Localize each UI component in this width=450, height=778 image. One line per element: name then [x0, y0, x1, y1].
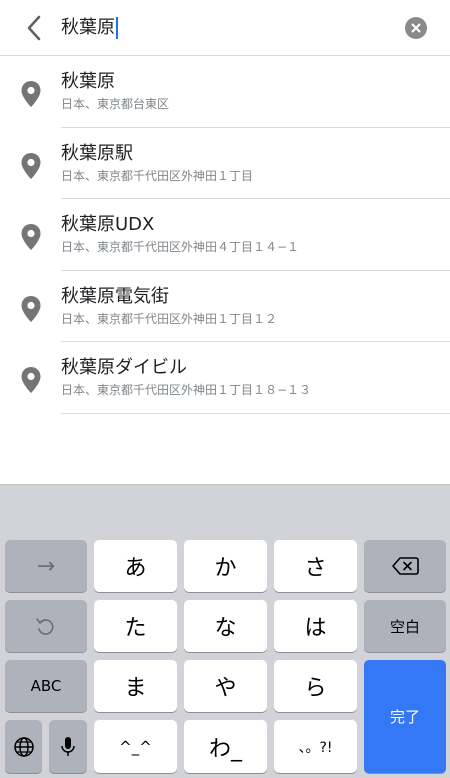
suggestion-title: 秋葉原 [61, 71, 115, 92]
search-bar: 秋葉原 [0, 0, 450, 56]
chevron-left-icon [27, 15, 41, 41]
location-pin-icon [21, 152, 41, 179]
key-a[interactable]: あ [94, 540, 177, 592]
globe-icon [13, 736, 34, 757]
punctuation-key[interactable]: 、。?! [274, 720, 357, 773]
key-na[interactable]: な [184, 600, 267, 652]
next-key-label: → [36, 553, 56, 579]
space-key-label: 空白 [389, 617, 420, 636]
key-ya[interactable]: や [184, 660, 267, 712]
suggestion-title: 秋葉原ダイビル [61, 357, 187, 379]
suggestion-title: 秋葉原UDX [61, 214, 155, 236]
dictation-key[interactable] [49, 720, 87, 773]
next-candidate-key[interactable]: → [5, 540, 87, 592]
key-ma-label: ま [124, 676, 147, 701]
key-sa-label: さ [304, 556, 327, 581]
key-ra[interactable]: ら [274, 660, 357, 712]
backspace-icon [392, 557, 419, 575]
search-input[interactable]: 秋葉原 [61, 14, 118, 42]
kaomoji-key[interactable]: ^_^ [94, 720, 177, 773]
suggestion-item[interactable]: 秋葉原 日本、東京都台東区 [0, 56, 450, 128]
key-na-label: な [214, 616, 237, 641]
done-key-label: 完了 [389, 708, 420, 726]
suggestion-item[interactable]: 秋葉原ダイビル 日本、東京都千代田区外神田１丁目１８−１３ [0, 342, 450, 414]
search-query: 秋葉原 [61, 17, 115, 38]
key-ha-label: は [304, 616, 327, 641]
clear-button[interactable] [405, 17, 427, 39]
abc-key[interactable]: ABC [5, 660, 87, 712]
key-a-label: あ [124, 556, 147, 581]
suggestion-title: 秋葉原駅 [61, 142, 133, 164]
suggestion-address: 日本、東京都千代田区外神田１丁目１２ [61, 311, 278, 326]
key-ta[interactable]: た [94, 600, 177, 652]
key-ka-label: か [214, 556, 237, 581]
done-key[interactable]: 完了 [364, 660, 446, 773]
key-wa-label: わ_ [208, 736, 242, 762]
key-ra-label: ら [304, 676, 327, 701]
abc-key-label: ABC [30, 677, 62, 695]
suggestion-address: 日本、東京都千代田区外神田４丁目１４−１ [61, 240, 300, 255]
undo-icon [36, 618, 54, 635]
key-ta-label: た [124, 616, 147, 641]
text-caret [116, 17, 118, 39]
microphone-icon [61, 736, 75, 756]
suggestion-address: 日本、東京都千代田区外神田１丁目 [61, 168, 254, 183]
japanese-keyboard: → あ か さ た な は 空白 ABC ま や ら 完了 ^_^ わ_ 、。?… [0, 484, 450, 778]
key-ya-label: や [214, 676, 237, 701]
location-pin-icon [21, 224, 41, 251]
globe-key[interactable] [5, 720, 42, 773]
key-ka[interactable]: か [184, 540, 267, 592]
suggestion-address: 日本、東京都千代田区外神田１丁目１８−１３ [61, 383, 312, 398]
divider [61, 412, 450, 414]
back-button[interactable] [18, 12, 50, 44]
suggestion-item[interactable]: 秋葉原駅 日本、東京都千代田区外神田１丁目 [0, 128, 450, 200]
location-pin-icon [21, 367, 41, 394]
location-pin-icon [21, 295, 41, 322]
suggestion-title: 秋葉原電気街 [61, 285, 169, 307]
key-wa[interactable]: わ_ [184, 720, 267, 773]
suggestion-item[interactable]: 秋葉原UDX 日本、東京都千代田区外神田４丁目１４−１ [0, 199, 450, 271]
key-ha[interactable]: は [274, 600, 357, 652]
suggestion-address: 日本、東京都台東区 [61, 97, 170, 111]
suggestion-list: 秋葉原 日本、東京都台東区 秋葉原駅 日本、東京都千代田区外神田１丁目 秋葉原U… [0, 56, 450, 414]
key-ma[interactable]: ま [94, 660, 177, 712]
suggestion-item[interactable]: 秋葉原電気街 日本、東京都千代田区外神田１丁目１２ [0, 271, 450, 343]
kaomoji-key-label: ^_^ [119, 737, 152, 756]
space-key[interactable]: 空白 [364, 600, 446, 652]
punctuation-key-label: 、。?! [298, 739, 333, 756]
location-pin-icon [21, 81, 41, 107]
clear-x-icon [411, 23, 421, 33]
delete-key[interactable] [364, 540, 446, 592]
undo-key[interactable] [5, 600, 87, 652]
key-sa[interactable]: さ [274, 540, 357, 592]
